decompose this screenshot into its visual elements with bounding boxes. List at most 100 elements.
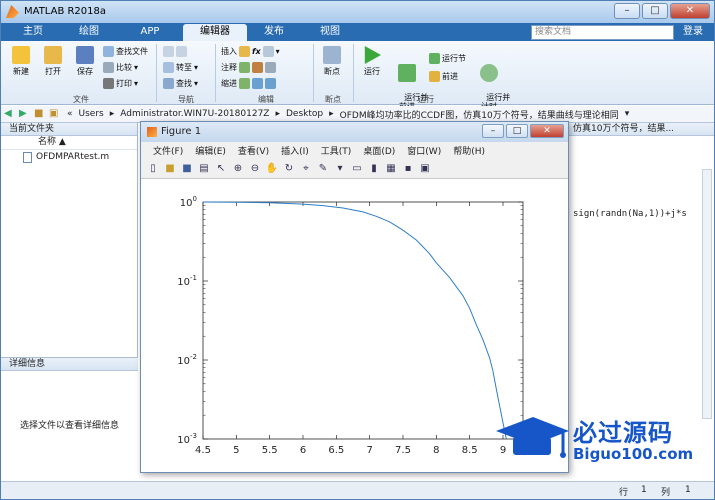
show-tools-icon[interactable]: ▣ — [418, 162, 432, 176]
watermark-title: 必过源码 — [573, 419, 673, 447]
print-button[interactable]: 打印 ▾ — [103, 78, 138, 89]
timer-icon — [480, 64, 498, 82]
title-bar: MATLAB R2018a – □ ✕ — [1, 1, 714, 23]
run-button[interactable]: 运行 — [358, 46, 386, 77]
maximize-button[interactable]: □ — [642, 3, 668, 19]
menu-desktop[interactable]: 桌面(D) — [363, 144, 395, 157]
close-button[interactable]: ✕ — [670, 3, 710, 19]
comment-button[interactable]: 注释 — [221, 62, 276, 73]
arrow-left-icon — [163, 46, 174, 57]
menu-window[interactable]: 窗口(W) — [407, 144, 441, 157]
tab-home[interactable]: 主页 — [11, 24, 55, 41]
x-tick-label: 6.5 — [328, 445, 344, 456]
browse-folder-icon[interactable]: ▣ — [49, 108, 61, 120]
watermark-logo: 必过源码 Biguo100.com — [491, 409, 711, 469]
minimize-button[interactable]: – — [614, 3, 640, 19]
figure-close-button[interactable]: ✕ — [530, 124, 564, 138]
breadcrumb-folder[interactable]: OFDM峰均功率比的CCDF图，仿真10万个符号，结果曲线与理论相同 — [340, 108, 619, 121]
back-arrow-icon[interactable]: ◀ — [4, 108, 16, 120]
breadcrumb-users[interactable]: Users — [79, 109, 104, 119]
breakpoints-button[interactable]: 断点 — [317, 46, 347, 77]
advance-icon — [429, 71, 440, 82]
uncomment-icon — [252, 62, 263, 73]
pointer-icon[interactable]: ↖ — [214, 162, 228, 176]
legend-icon[interactable]: ▦ — [384, 162, 398, 176]
zoom-out-icon[interactable]: ⊖ — [248, 162, 262, 176]
nav-back-forward[interactable] — [163, 46, 187, 57]
chevron-down-icon: ▾ — [194, 79, 199, 88]
compare-icon — [103, 62, 114, 73]
wrap-comments-icon — [265, 62, 276, 73]
colorbar-icon[interactable]: ▮ — [367, 162, 381, 176]
tab-editor[interactable]: 编辑器 — [183, 24, 247, 41]
indent-button[interactable]: 缩进 — [221, 78, 276, 89]
line-label: 行 — [619, 488, 629, 498]
col-value: 1 — [685, 485, 691, 495]
up-folder-icon[interactable]: ■ — [34, 108, 46, 120]
menu-insert[interactable]: 插入(I) — [281, 144, 309, 157]
breadcrumb-desktop[interactable]: Desktop — [286, 109, 323, 119]
pan-icon[interactable]: ✋ — [265, 162, 279, 176]
tab-plots[interactable]: 绘图 — [67, 24, 111, 41]
tab-publish[interactable]: 发布 — [251, 24, 297, 41]
name-column-header[interactable]: 名称 ▲ — [1, 136, 137, 150]
save-figure-icon[interactable]: ■ — [180, 162, 194, 176]
figure-maximize-button[interactable]: □ — [506, 124, 528, 138]
menu-view[interactable]: 查看(V) — [238, 144, 269, 157]
zoom-in-icon[interactable]: ⊕ — [231, 162, 245, 176]
open-file-icon[interactable]: ■ — [163, 162, 177, 176]
list-item[interactable]: OFDMPARtest.m — [1, 150, 137, 164]
find-icon — [163, 78, 174, 89]
group-label-navigate: 导航 — [178, 95, 194, 104]
fx-button[interactable]: fx — [252, 47, 261, 56]
advance-button[interactable]: 前进 — [429, 71, 458, 82]
chevron-down-icon[interactable]: ▾ — [333, 162, 347, 176]
rotate-icon[interactable]: ↻ — [282, 162, 296, 176]
y-tick-label: 10-3 — [177, 432, 197, 446]
print-icon — [103, 78, 114, 89]
find-files-icon — [103, 46, 114, 57]
insert-more-icon — [262, 46, 274, 57]
link-plot-icon[interactable]: ▭ — [350, 162, 364, 176]
details-empty-text: 选择文件以查看详细信息 — [19, 421, 119, 431]
menu-edit[interactable]: 编辑(E) — [195, 144, 226, 157]
smart-indent-icon — [239, 78, 250, 89]
print-figure-icon[interactable]: ▤ — [197, 162, 211, 176]
search-input[interactable]: 搜索文档 — [531, 25, 674, 40]
tab-view[interactable]: 视图 — [307, 24, 353, 41]
menu-tools[interactable]: 工具(T) — [321, 144, 352, 157]
tab-apps[interactable]: APP — [125, 24, 175, 41]
find-button[interactable]: 查找 ▾ — [163, 78, 198, 89]
forward-arrow-icon[interactable]: ▶ — [19, 108, 31, 120]
new-button[interactable]: 新建 — [7, 46, 35, 77]
find-files-button[interactable]: 查找文件 — [103, 46, 148, 57]
details-panel: 详细信息 选择文件以查看详细信息 — [1, 357, 138, 481]
brush-icon[interactable]: ✎ — [316, 162, 330, 176]
login-button[interactable]: 登录 — [676, 25, 710, 40]
run-section-button[interactable]: 运行节 — [429, 53, 466, 64]
data-cursor-icon[interactable]: ⌖ — [299, 162, 313, 176]
menu-help[interactable]: 帮助(H) — [453, 144, 485, 157]
insert-button[interactable]: 插入 fx ▾ — [221, 46, 280, 57]
comment-icon — [239, 62, 250, 73]
chevron-down-icon: ▾ — [134, 79, 139, 88]
chevron-down-icon[interactable]: ▾ — [625, 109, 630, 119]
hide-tools-icon[interactable]: ▪ — [401, 162, 415, 176]
menu-file[interactable]: 文件(F) — [153, 144, 183, 157]
figure-minimize-button[interactable]: – — [482, 124, 504, 138]
run-advance-icon — [398, 64, 416, 82]
save-button[interactable]: 保存 — [71, 46, 99, 77]
editor-tab-title[interactable]: 仿真10万个符号，结果... — [564, 123, 714, 136]
editor-scrollbar[interactable] — [702, 169, 712, 419]
watermark-url: Biguo100.com — [573, 445, 694, 463]
goto-button[interactable]: 转至 ▾ — [163, 62, 198, 73]
code-line[interactable]: sign(randn(Na,1))+j*s — [573, 209, 687, 219]
compare-button[interactable]: 比较 ▾ — [103, 62, 138, 73]
group-label-file: 文件 — [73, 95, 89, 104]
new-figure-icon[interactable]: ▯ — [146, 162, 160, 176]
breadcrumb-administrator[interactable]: Administrator.WIN7U-20180127Z — [120, 109, 269, 119]
figure-toolbar: ▯ ■ ■ ▤ ↖ ⊕ ⊖ ✋ ↻ ⌖ ✎ ▾ ▭ ▮ ▦ ▪ ▣ — [141, 159, 568, 179]
breadcrumb-root[interactable]: « — [67, 109, 73, 119]
open-button[interactable]: 打开 — [39, 46, 67, 77]
indent-left-icon — [265, 78, 276, 89]
